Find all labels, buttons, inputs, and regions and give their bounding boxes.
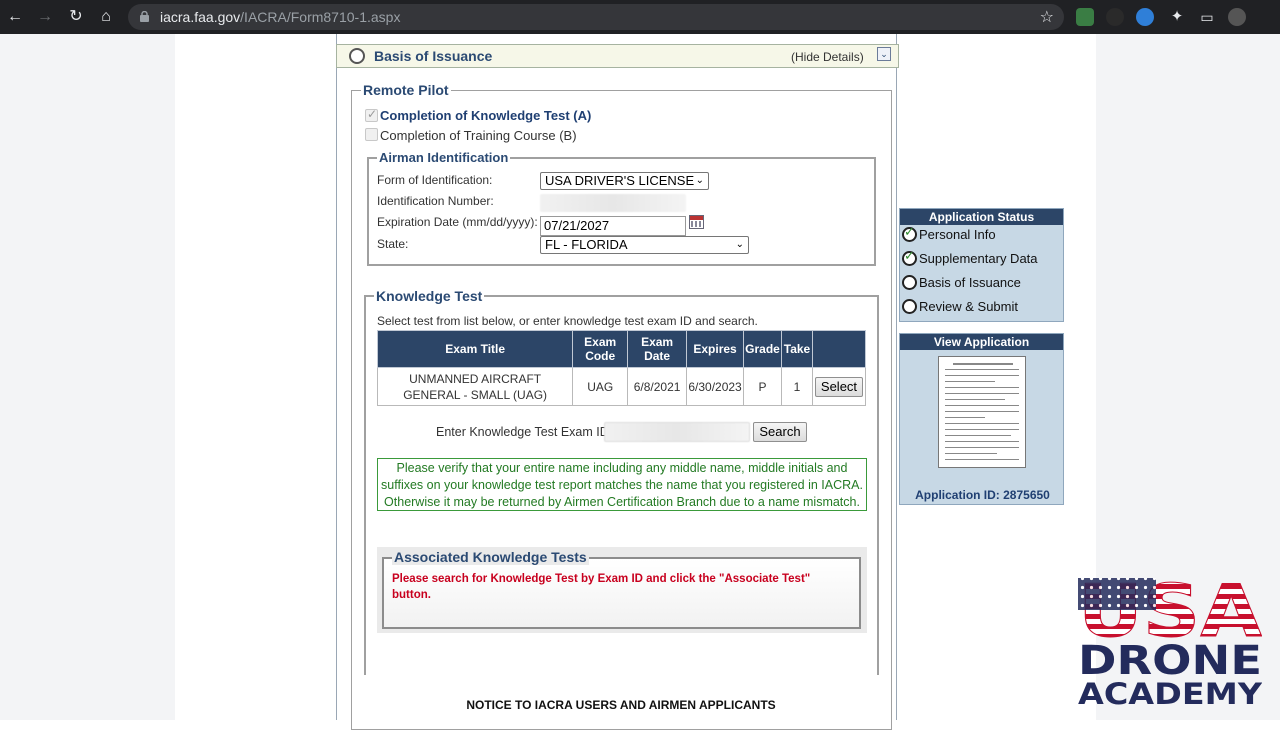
expiration-date-input[interactable]: 07/21/2027 (540, 216, 686, 236)
puzzle-icon[interactable]: ✦ (1167, 7, 1187, 27)
reload-icon[interactable]: ↻ (66, 7, 86, 27)
id-number-label: Identification Number: (377, 194, 494, 208)
status-label: Basis of Issuance (919, 275, 1021, 290)
home-icon[interactable]: ⌂ (96, 7, 116, 27)
select-button[interactable]: Select (814, 376, 863, 397)
form-of-id-label: Form of Identification: (377, 173, 493, 187)
section-title: Basis of Issuance (374, 48, 493, 64)
airman-id-legend: Airman Identification (377, 150, 511, 165)
column-header: Exam Code (572, 330, 629, 368)
bookmark-star-icon[interactable]: ☆ (1040, 7, 1054, 27)
column-header: Grade (743, 330, 783, 368)
view-application-panel: View Application Application ID: 2875650 (899, 333, 1064, 505)
state-select[interactable]: FL - FLORIDA ⌄ (540, 236, 749, 254)
cast-icon[interactable]: ▭ (1197, 7, 1217, 27)
exam-id-label: Enter Knowledge Test Exam ID: (436, 425, 613, 439)
extension-icon[interactable] (1076, 8, 1094, 26)
application-status-header: Application Status (900, 209, 1063, 225)
option-a-label: Completion of Knowledge Test (A) (380, 108, 592, 123)
status-label: Supplementary Data (919, 251, 1038, 266)
form-of-id-value: USA DRIVER'S LICENSE (545, 173, 695, 188)
name-verify-notice: Please verify that your entire name incl… (377, 458, 867, 511)
column-header: Expires (686, 330, 745, 368)
empty-circle-icon (902, 299, 917, 314)
grade-cell: P (743, 367, 783, 406)
column-header: Exam Date (627, 330, 688, 368)
status-item-supplementary-data[interactable]: Supplementary Data (902, 248, 1038, 266)
check-circle-icon (902, 224, 917, 242)
collapse-icon[interactable]: ⌄ (877, 47, 891, 61)
option-b-label: Completion of Training Course (B) (380, 128, 577, 143)
knowledge-test-instructions: Select test from list below, or enter kn… (377, 314, 758, 328)
column-header: Exam Title (376, 330, 574, 368)
back-icon[interactable]: ← (5, 7, 25, 27)
knowledge-test-legend: Knowledge Test (374, 288, 485, 304)
column-header: Take (781, 330, 813, 368)
empty-circle-icon (902, 275, 917, 290)
chevron-down-icon: ⌄ (735, 239, 744, 250)
id-number-input[interactable] (540, 194, 686, 212)
notice-title: NOTICE TO IACRA USERS AND AIRMEN APPLICA… (466, 698, 776, 712)
exam-date-cell: 6/8/2021 (627, 367, 688, 406)
exam-id-input[interactable] (604, 422, 750, 442)
expires-cell: 6/30/2023 (686, 367, 745, 406)
cloud-extension-icon[interactable] (1136, 8, 1154, 26)
table-header-row: Exam Title Exam Code Exam Date Expires G… (376, 330, 867, 368)
usa-drone-academy-logo: USA DRONE ACADEMY (1078, 574, 1262, 708)
forward-icon[interactable]: → (35, 7, 55, 27)
view-application-header: View Application (900, 334, 1063, 350)
associated-tests-message: Please search for Knowledge Test by Exam… (392, 573, 811, 601)
training-course-checkbox[interactable] (365, 128, 378, 141)
table-row: UNMANNED AIRCRAFT GENERAL - SMALL (UAG) … (376, 367, 867, 406)
state-value: FL - FLORIDA (545, 237, 628, 252)
chevron-down-icon: ⌄ (695, 175, 704, 186)
remote-pilot-legend: Remote Pilot (361, 82, 451, 98)
avatar[interactable] (1228, 8, 1246, 26)
knowledge-test-table: Exam Title Exam Code Exam Date Expires G… (376, 330, 867, 406)
knowledge-test-checkbox[interactable] (365, 107, 378, 122)
take-cell: 1 (781, 367, 813, 406)
calendar-icon[interactable] (689, 215, 704, 229)
svg-text:ACADEMY: ACADEMY (1078, 677, 1262, 708)
status-label: Review & Submit (919, 299, 1018, 314)
state-label: State: (377, 237, 409, 251)
lock-icon (140, 11, 149, 22)
exam-code-cell: UAG (572, 367, 629, 406)
address-bar[interactable]: iacra.faa.gov/IACRA/Form8710-1.aspx ☆ (128, 4, 1064, 30)
expiration-date-label: Expiration Date (mm/dd/yyyy): (377, 215, 538, 229)
application-status-panel: Application Status Personal Info Supplem… (899, 208, 1064, 322)
status-item-basis-of-issuance[interactable]: Basis of Issuance (902, 275, 1021, 290)
status-label: Personal Info (919, 227, 996, 242)
url-text: iacra.faa.gov/IACRA/Form8710-1.aspx (160, 9, 401, 25)
hide-details-link[interactable]: (Hide Details) (791, 50, 864, 64)
application-id: Application ID: 2875650 (915, 488, 1050, 502)
search-button[interactable]: Search (753, 422, 807, 442)
basis-of-issuance-header: Basis of Issuance (Hide Details) ⌄ (336, 44, 899, 68)
status-item-review-submit[interactable]: Review & Submit (902, 299, 1018, 314)
form-of-id-select[interactable]: USA DRIVER'S LICENSE ⌄ (540, 172, 709, 190)
section-radio[interactable] (349, 48, 365, 64)
page-margin-left (0, 34, 175, 720)
column-header (811, 330, 867, 368)
browser-toolbar: ← → ↻ ⌂ iacra.faa.gov/IACRA/Form8710-1.a… (0, 0, 1280, 34)
application-thumbnail[interactable] (938, 356, 1026, 468)
exam-title-cell: UNMANNED AIRCRAFT GENERAL - SMALL (UAG) (376, 367, 574, 406)
select-cell: Select (811, 367, 867, 406)
associated-tests-legend: Associated Knowledge Tests (392, 549, 589, 565)
extension-icon[interactable] (1106, 8, 1124, 26)
check-circle-icon (902, 248, 917, 266)
status-item-personal-info[interactable]: Personal Info (902, 224, 996, 242)
